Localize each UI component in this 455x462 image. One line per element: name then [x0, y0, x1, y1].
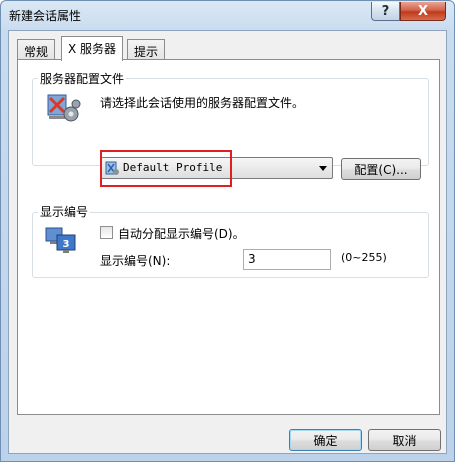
close-button[interactable]: X: [400, 2, 446, 21]
display-number-legend: 显示编号: [38, 203, 91, 220]
dialog-client-area: 常规 X 服务器 提示 服务器配置文件 请选择此会话使用的服务器配置文件。 De…: [8, 30, 447, 454]
auto-assign-label: 自动分配显示编号(D)。: [118, 227, 245, 241]
auto-assign-checkbox[interactable]: [100, 226, 113, 239]
tab-x-server[interactable]: X 服务器: [61, 36, 124, 61]
tab-panel-x-server: 服务器配置文件 请选择此会话使用的服务器配置文件。 Default Profil…: [17, 59, 440, 415]
title-bar: 新建会话属性 ? X: [1, 1, 454, 29]
help-icon: ?: [381, 3, 390, 19]
close-icon: X: [417, 3, 429, 19]
chevron-down-icon: [319, 166, 327, 171]
display-number-range: (0~255): [341, 251, 387, 264]
monitor-icon: 3: [45, 227, 76, 253]
dialog-window: 新建会话属性 ? X 常规 X 服务器 提示 服务器配置文件 请选择此会话使用的…: [0, 0, 455, 462]
cancel-button[interactable]: 取消: [368, 429, 441, 451]
tab-prompt[interactable]: 提示: [127, 39, 166, 60]
help-button[interactable]: ?: [371, 2, 400, 21]
configure-button[interactable]: 配置(C)...: [341, 158, 421, 180]
ok-button[interactable]: 确定: [289, 429, 362, 451]
server-profile-legend: 服务器配置文件: [38, 70, 127, 87]
display-number-label: 显示编号(N):: [100, 254, 171, 268]
server-profile-icon: [47, 94, 81, 122]
profile-description: 请选择此会话使用的服务器配置文件。: [100, 96, 305, 110]
monitor-number: 3: [63, 239, 70, 250]
tab-general[interactable]: 常规: [17, 39, 56, 60]
highlight-box: [100, 150, 232, 187]
display-number-group: [32, 212, 429, 278]
window-title: 新建会话属性: [9, 9, 82, 23]
display-number-input[interactable]: 3: [243, 249, 331, 270]
